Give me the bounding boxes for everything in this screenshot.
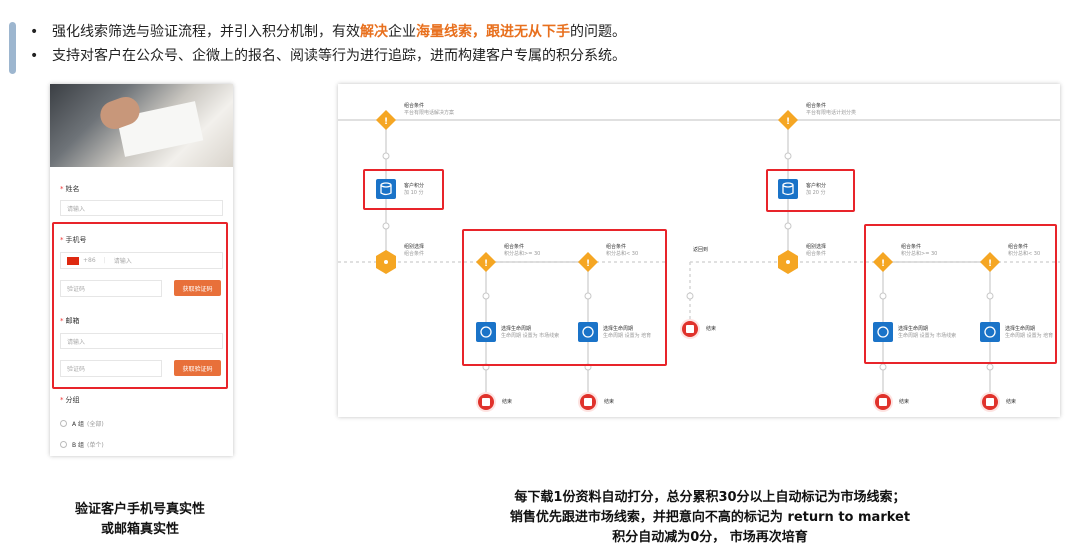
accent-bar bbox=[9, 22, 16, 74]
radio-option-b[interactable]: B 组 (单个) bbox=[60, 440, 104, 449]
radio-icon bbox=[60, 441, 67, 448]
bullet-text-part: 企业 bbox=[388, 24, 416, 40]
slide: • 强化线索筛选与验证流程，并引入积分机制，有效解决企业海量线索，跟进无从下手的问… bbox=[0, 0, 1080, 558]
group-label: * 分组 bbox=[60, 396, 80, 404]
header-photo bbox=[50, 84, 233, 167]
caption-left: 验证客户手机号真实性 或邮箱真实性 bbox=[40, 500, 240, 540]
bullet-text-2: 支持对客户在公众号、企微上的报名、阅读等行为进行追踪，进而构建客户专属的积分系统… bbox=[52, 44, 626, 68]
highlight-box-lifecycle-left bbox=[462, 229, 667, 366]
node-cond-top1: 组合条件 平台有限电话解决方案 bbox=[404, 103, 455, 116]
highlight-text: 解决 bbox=[360, 24, 388, 40]
caption-right: 每下载1份资料自动打分，总分累积30分以上自动标记为市场线索； 销售优先跟进市场… bbox=[430, 488, 990, 548]
highlight-box-lifecycle-right bbox=[864, 224, 1057, 364]
node-end-c: 结束 bbox=[899, 399, 910, 405]
caption-right-line-2: 销售优先跟进市场线索，并把意向不高的标记为 return to market bbox=[509, 510, 911, 525]
name-input[interactable]: 请输入 bbox=[60, 200, 223, 216]
name-label: * 姓名 bbox=[60, 185, 80, 193]
node-end-b: 结束 bbox=[604, 399, 615, 405]
highlight-box-verification bbox=[52, 222, 228, 389]
bullet-list: • 强化线索筛选与验证流程，并引入积分机制，有效解决企业海量线索，跟进无从下手的问… bbox=[30, 20, 626, 68]
node-branch2: 组别选择 组合条件 bbox=[806, 244, 827, 257]
caption-left-line-2: 或邮箱真实性 bbox=[100, 522, 179, 537]
radio-icon bbox=[60, 420, 67, 427]
bullet-text-part: 支持对客户在公众号、企微上的报名、阅读等行为进行追踪，进而构建客户专属的积分系统… bbox=[52, 48, 626, 64]
node-end-mid: 结束 bbox=[706, 326, 717, 332]
highlight-text: 海量线索，跟进无从下手 bbox=[416, 24, 570, 40]
bullet-item-2: • 支持对客户在公众号、企微上的报名、阅读等行为进行追踪，进而构建客户专属的积分系… bbox=[30, 44, 626, 68]
highlight-box-score1 bbox=[363, 169, 444, 210]
bullet-text-part: 强化线索筛选与验证流程，并引入积分机制，有效 bbox=[52, 24, 360, 40]
radio-option-a[interactable]: A 组 (全部) bbox=[60, 419, 104, 428]
caption-left-line-1: 验证客户手机号真实性 bbox=[74, 502, 205, 517]
node-cond-top2: 组合条件 平台有限电话计划分类 bbox=[806, 103, 857, 116]
node-loop: 返回到 bbox=[693, 247, 709, 253]
caption-right-line-1: 每下载1份资料自动打分，总分累积30分以上自动标记为市场线索； bbox=[514, 490, 906, 505]
node-end-d: 结束 bbox=[1006, 399, 1017, 405]
node-branch1: 组别选择 组合条件 bbox=[404, 244, 425, 257]
bullet-item-1: • 强化线索筛选与验证流程，并引入积分机制，有效解决企业海量线索，跟进无从下手的问… bbox=[30, 20, 626, 44]
svg-text:!: ! bbox=[786, 117, 790, 127]
bullet-text-1: 强化线索筛选与验证流程，并引入积分机制，有效解决企业海量线索，跟进无从下手的问题… bbox=[52, 20, 626, 44]
node-end-a: 结束 bbox=[502, 399, 513, 405]
bullet-text-part: 的问题。 bbox=[570, 24, 626, 40]
svg-text:!: ! bbox=[384, 117, 388, 127]
caption-right-line-3: 积分自动减为0分， 市场再次培育 bbox=[612, 530, 808, 545]
highlight-box-score2 bbox=[766, 169, 855, 212]
